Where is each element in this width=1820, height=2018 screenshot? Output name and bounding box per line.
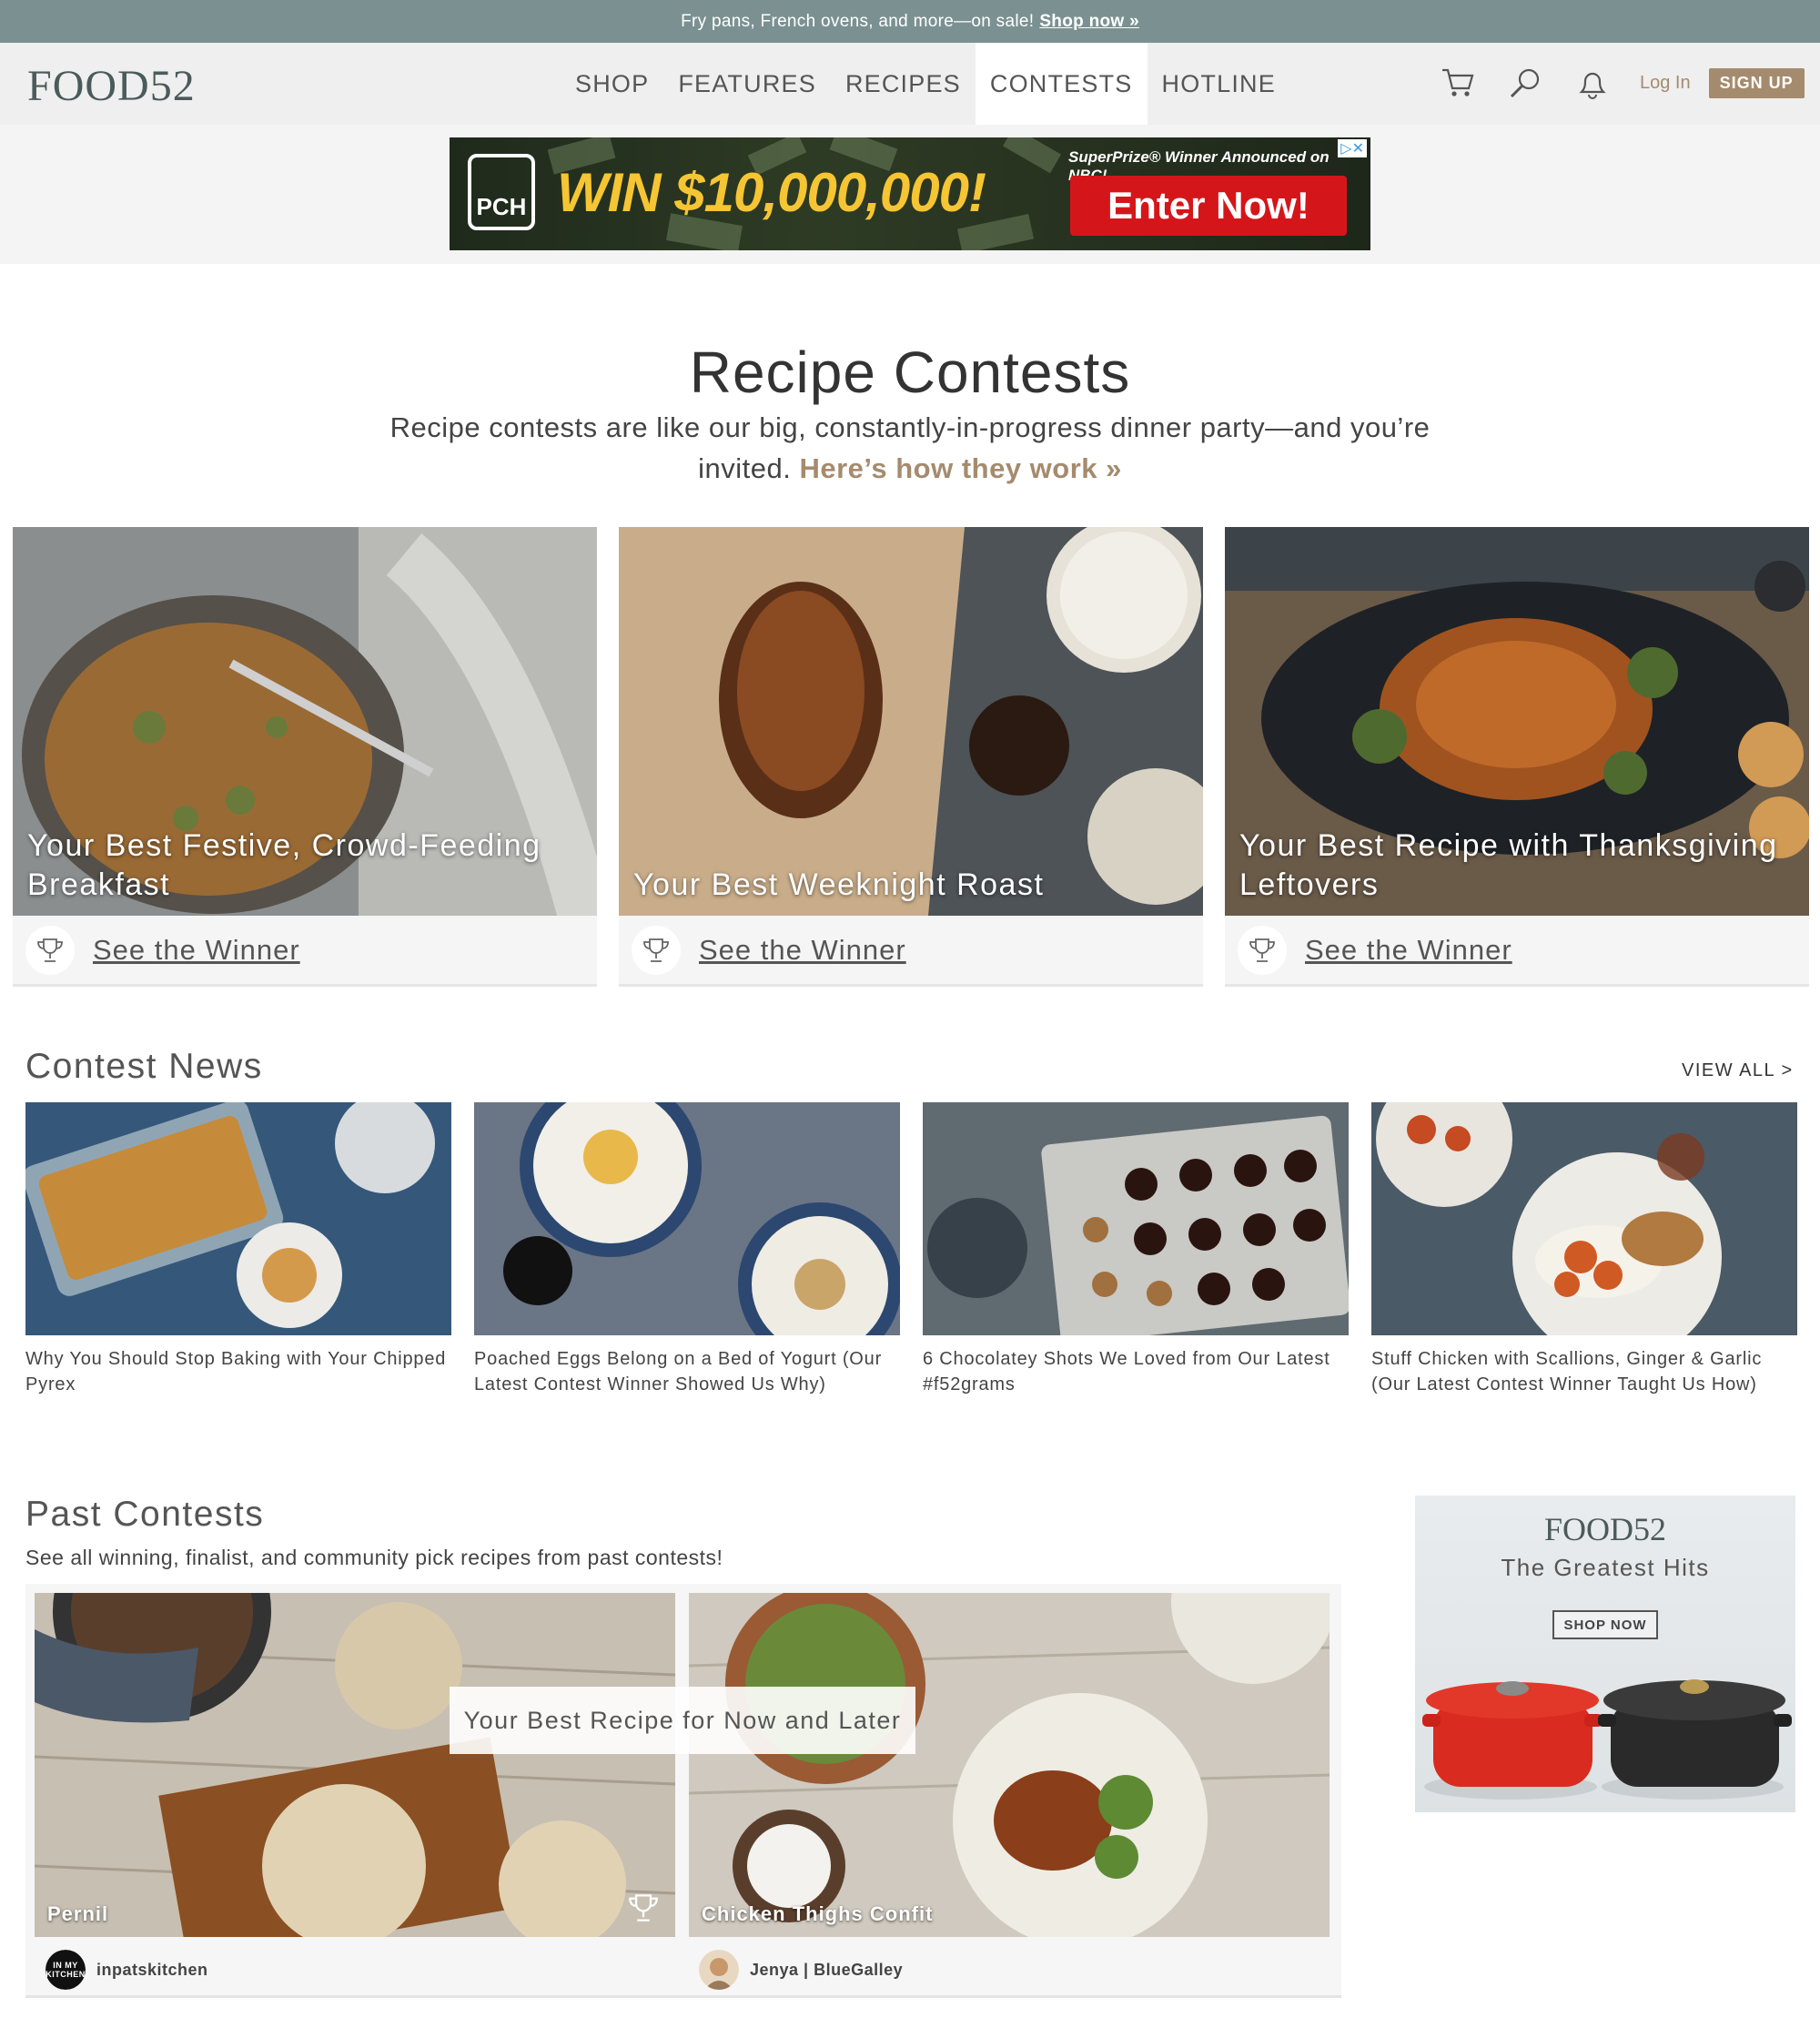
view-all-link[interactable]: VIEW ALL > (1682, 1060, 1794, 1081)
author-name[interactable]: inpatskitchen (96, 1961, 208, 1980)
svg-text:KITCHEN: KITCHEN (46, 1970, 86, 1979)
nav-recipes[interactable]: RECIPES (831, 43, 976, 125)
see-winner-link[interactable]: See the Winner (93, 934, 300, 967)
food52-side-ad[interactable]: FOOD52 The Greatest Hits SHOP NOW (1415, 1496, 1795, 1812)
past-contest-panel: Pernil Chicken Thighs Confit Your Best R… (25, 1584, 1341, 1998)
past-contests-heading: Past Contests (25, 1495, 265, 1534)
pch-logo: PCH (468, 154, 535, 230)
winner-trophy-icon (626, 1892, 661, 1928)
news-photo[interactable] (474, 1102, 900, 1335)
news-photo[interactable] (923, 1102, 1349, 1335)
trophy-icon (632, 925, 681, 975)
recipe-photo[interactable]: Chicken Thighs Confit (689, 1593, 1330, 1937)
cart-icon[interactable] (1438, 63, 1478, 103)
site-header: FOOD52 SHOP FEATURES RECIPES CONTESTS HO… (0, 43, 1820, 125)
main-nav: SHOP FEATURES RECIPES CONTESTS HOTLINE (561, 43, 1290, 125)
nav-hotline[interactable]: HOTLINE (1148, 43, 1290, 125)
signup-button[interactable]: SIGN UP (1708, 67, 1805, 98)
news-item[interactable]: Poached Eggs Belong on a Bed of Yogurt (… (474, 1102, 900, 1397)
dutch-ovens-image (1422, 1679, 1792, 1800)
side-ad-tagline: The Greatest Hits (1501, 1554, 1710, 1581)
header-actions: Log In SIGN UP (1438, 63, 1805, 103)
page-title: Recipe Contests (689, 340, 1131, 405)
trophy-icon (25, 925, 75, 975)
chicken-photo (1371, 1102, 1797, 1335)
ad-enter-button[interactable]: Enter Now! (1070, 176, 1347, 236)
ad-band: PCH WIN $10,000,000! SuperPrize® Winner … (0, 125, 1820, 264)
author-name[interactable]: Jenya | BlueGalley (750, 1961, 903, 1980)
side-ad-logo: FOOD52 (1543, 1511, 1666, 1547)
recipe-author[interactable]: IN MY KITCHEN inpatskitchen (46, 1950, 208, 1990)
see-winner-bar[interactable]: See the Winner (13, 916, 597, 987)
see-winner-bar[interactable]: See the Winner (619, 916, 1203, 987)
pch-ad-banner[interactable]: PCH WIN $10,000,000! SuperPrize® Winner … (450, 137, 1370, 250)
shop-now-button[interactable]: SHOP NOW (1552, 1610, 1658, 1639)
food52-logo[interactable]: FOOD52 (27, 61, 196, 111)
contest-news-heading: Contest News (25, 1047, 263, 1086)
avatar[interactable]: IN MY KITCHEN (46, 1950, 86, 1990)
see-winner-link[interactable]: See the Winner (1305, 934, 1512, 967)
trophy-icon (1238, 925, 1287, 975)
svg-text:IN MY: IN MY (53, 1961, 78, 1970)
adchoices-icon[interactable]: ▷✕ (1338, 139, 1367, 157)
news-item[interactable]: 6 Chocolatey Shots We Loved from Our Lat… (923, 1102, 1349, 1397)
contest-title: Your Best Festive, Crowd-Feeding Breakfa… (27, 828, 541, 902)
recipe-photo[interactable]: Pernil (35, 1593, 675, 1937)
ad-headline: WIN $10,000,000! (557, 162, 986, 223)
nav-shop[interactable]: SHOP (561, 43, 663, 125)
poached-eggs-photo (474, 1102, 900, 1335)
pernil-photo (35, 1593, 675, 1937)
how-it-works-link[interactable]: Here’s how they work » (799, 452, 1121, 484)
contest-title: Your Best Weeknight Roast (633, 867, 1045, 902)
promo-bar: Fry pans, French ovens, and more—on sale… (0, 0, 1820, 43)
contest-photo[interactable]: Your Best Weeknight Roast (619, 527, 1203, 916)
promo-shop-link[interactable]: Shop now » (1039, 12, 1139, 32)
casserole-photo (25, 1102, 451, 1335)
contest-card[interactable]: Your Best Recipe with Thanksgiving Lefto… (1225, 527, 1809, 987)
contest-title: Your Best Recipe with Thanksgiving Lefto… (1239, 828, 1778, 902)
chocolate-photo (923, 1102, 1349, 1335)
see-winner-bar[interactable]: See the Winner (1225, 916, 1809, 987)
news-photo[interactable] (25, 1102, 451, 1335)
news-photo[interactable] (1371, 1102, 1797, 1335)
bell-icon[interactable] (1572, 63, 1613, 103)
news-caption[interactable]: Why You Should Stop Baking with Your Chi… (25, 1346, 451, 1397)
chicken-confit-photo (689, 1593, 1330, 1937)
contest-photo[interactable]: Your Best Festive, Crowd-Feeding Breakfa… (13, 527, 597, 916)
news-caption[interactable]: 6 Chocolatey Shots We Loved from Our Lat… (923, 1346, 1349, 1397)
news-item[interactable]: Why You Should Stop Baking with Your Chi… (25, 1102, 451, 1397)
login-link[interactable]: Log In (1640, 73, 1691, 94)
past-contests-subtitle: See all winning, finalist, and community… (25, 1546, 723, 1569)
recipe-author[interactable]: Jenya | BlueGalley (699, 1950, 903, 1990)
contest-name-banner[interactable]: Your Best Recipe for Now and Later (450, 1687, 915, 1754)
recipe-name[interactable]: Pernil (47, 1902, 108, 1926)
roast-photo (619, 527, 1203, 916)
promo-text: Fry pans, French ovens, and more—on sale… (681, 11, 1035, 31)
page-subtitle: Recipe contests are like our big, consta… (382, 407, 1438, 489)
contest-card[interactable]: Your Best Weeknight Roast See the Winner (619, 527, 1203, 987)
news-caption[interactable]: Stuff Chicken with Scallions, Ginger & G… (1371, 1346, 1797, 1397)
search-icon[interactable] (1505, 63, 1545, 103)
news-item[interactable]: Stuff Chicken with Scallions, Ginger & G… (1371, 1102, 1797, 1397)
see-winner-link[interactable]: See the Winner (699, 934, 906, 967)
contest-card[interactable]: Your Best Festive, Crowd-Feeding Breakfa… (13, 527, 597, 987)
news-caption[interactable]: Poached Eggs Belong on a Bed of Yogurt (… (474, 1346, 900, 1397)
recipe-name[interactable]: Chicken Thighs Confit (702, 1902, 933, 1926)
contest-cards: Your Best Festive, Crowd-Feeding Breakfa… (13, 527, 1809, 987)
contest-news-list: Why You Should Stop Baking with Your Chi… (25, 1102, 1797, 1397)
nav-features[interactable]: FEATURES (663, 43, 831, 125)
contest-photo[interactable]: Your Best Recipe with Thanksgiving Lefto… (1225, 527, 1809, 916)
nav-contests[interactable]: CONTESTS (975, 43, 1148, 125)
avatar[interactable] (699, 1950, 739, 1990)
